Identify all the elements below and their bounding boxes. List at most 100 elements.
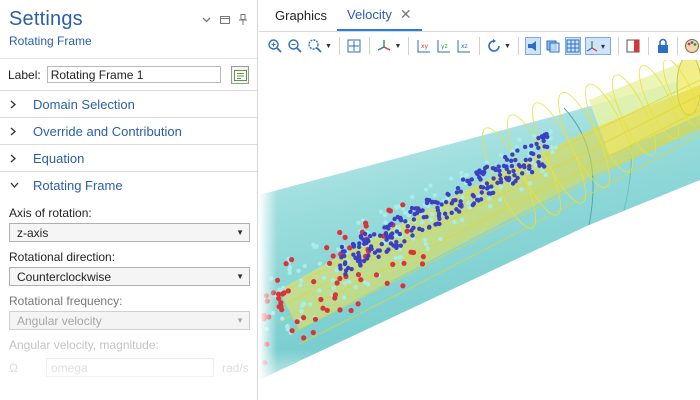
particle [394,239,399,245]
dropdown-arrow-icon[interactable]: ▼ [325,43,332,50]
axis-orientation-icon[interactable]: ▾ [585,37,612,55]
particle [342,234,348,240]
particle [311,242,316,247]
particle [545,144,550,150]
particle [307,302,313,307]
particle [548,129,553,134]
view-axes-icon[interactable] [376,37,392,55]
particle [498,197,503,202]
particle [351,252,356,257]
xz-view-icon[interactable]: xz [456,37,472,55]
particle [384,280,390,286]
rotational-frequency-select[interactable]: Angular velocity ▼ [9,311,250,330]
rotational-direction-select[interactable]: Counterclockwise ▼ [9,267,250,286]
particle [401,260,407,266]
section-label: Domain Selection [33,96,135,112]
particle [382,212,388,218]
section-label: Rotating Frame [33,177,123,193]
graphics-tabs: Graphics Velocity ✕ [259,0,700,32]
particle [429,211,435,217]
particle [388,241,394,246]
particle [365,237,371,243]
minimize-icon[interactable] [220,15,230,24]
settings-panel: Settings Rotating Frame Label: Domain Se… [0,0,258,400]
zoom-in-icon[interactable] [267,37,283,55]
section-override-contribution[interactable]: Override and Contribution [0,117,257,144]
particle [397,231,403,237]
label-field[interactable] [46,66,222,83]
particle [452,219,457,225]
particle [301,315,307,321]
settings-subtitle: Rotating Frame [9,34,92,48]
zoom-box-icon[interactable] [307,37,323,55]
pin-icon[interactable] [239,14,247,25]
tab-label: Velocity [347,6,392,22]
section-equation[interactable]: Equation [0,144,257,171]
zoom-extents-icon[interactable] [346,37,362,55]
xy-view-icon[interactable]: xy [416,37,432,55]
camera-icon[interactable] [625,37,641,55]
angular-velocity-input[interactable]: omega [45,358,214,377]
chevron-right-icon [10,154,24,163]
particle [456,209,462,214]
tab-graphics[interactable]: Graphics [265,0,337,31]
close-icon[interactable]: ✕ [400,6,412,23]
dropdown-arrow-icon[interactable]: ▼ [394,43,401,50]
particle [330,278,336,283]
particle [372,232,377,237]
particle [527,157,533,162]
particle [445,191,450,197]
particle [484,181,490,186]
particle [544,131,549,137]
velocity-plot-canvas[interactable] [259,60,700,400]
transparency-icon[interactable] [545,37,561,55]
particle [414,210,420,216]
yz-view-icon[interactable]: yz [436,37,452,55]
particle [438,236,443,242]
particle [460,177,466,182]
particle [411,217,417,222]
rotate-icon[interactable] [486,37,502,55]
particle [420,208,425,213]
zoom-out-icon[interactable] [287,37,303,55]
particle [398,243,403,248]
particle [483,165,488,171]
dropdown-arrow-icon[interactable]: ▼ [504,43,511,50]
particle [299,278,304,283]
particle [523,157,528,163]
axis-of-rotation-select[interactable]: z-axis ▼ [9,223,250,242]
chevron-down-icon[interactable] [202,17,211,23]
svg-text:xy: xy [421,43,429,50]
section-rotating-frame[interactable]: Rotating Frame [0,171,257,198]
label-edit-button[interactable] [231,65,249,84]
particle [294,319,300,325]
particle [342,249,347,254]
particle [312,316,319,322]
particle [318,296,324,303]
particle [543,172,548,177]
palette-icon[interactable] [684,37,700,55]
section-domain-selection[interactable]: Domain Selection [0,90,257,117]
particle [459,170,464,175]
particle [527,181,533,186]
particle [427,225,432,230]
particle [531,133,537,139]
svg-text:▾: ▾ [601,42,605,51]
particle [411,225,416,230]
particle [454,190,460,195]
particle [358,277,364,283]
lock-icon[interactable] [656,37,670,55]
tab-velocity[interactable]: Velocity ✕ [337,0,422,31]
particle [301,301,306,306]
particle [534,141,539,147]
particle [424,214,429,220]
particle [341,295,347,300]
particle [474,197,480,202]
mesh-icon[interactable] [565,37,582,55]
particle [529,170,535,175]
graphics-toolbar: ▼ ▼ xy yz xz ▼ ▾ [259,32,700,60]
particle [296,268,301,273]
particle [478,184,484,190]
scene-light-icon[interactable] [525,37,542,55]
particle [498,185,504,190]
